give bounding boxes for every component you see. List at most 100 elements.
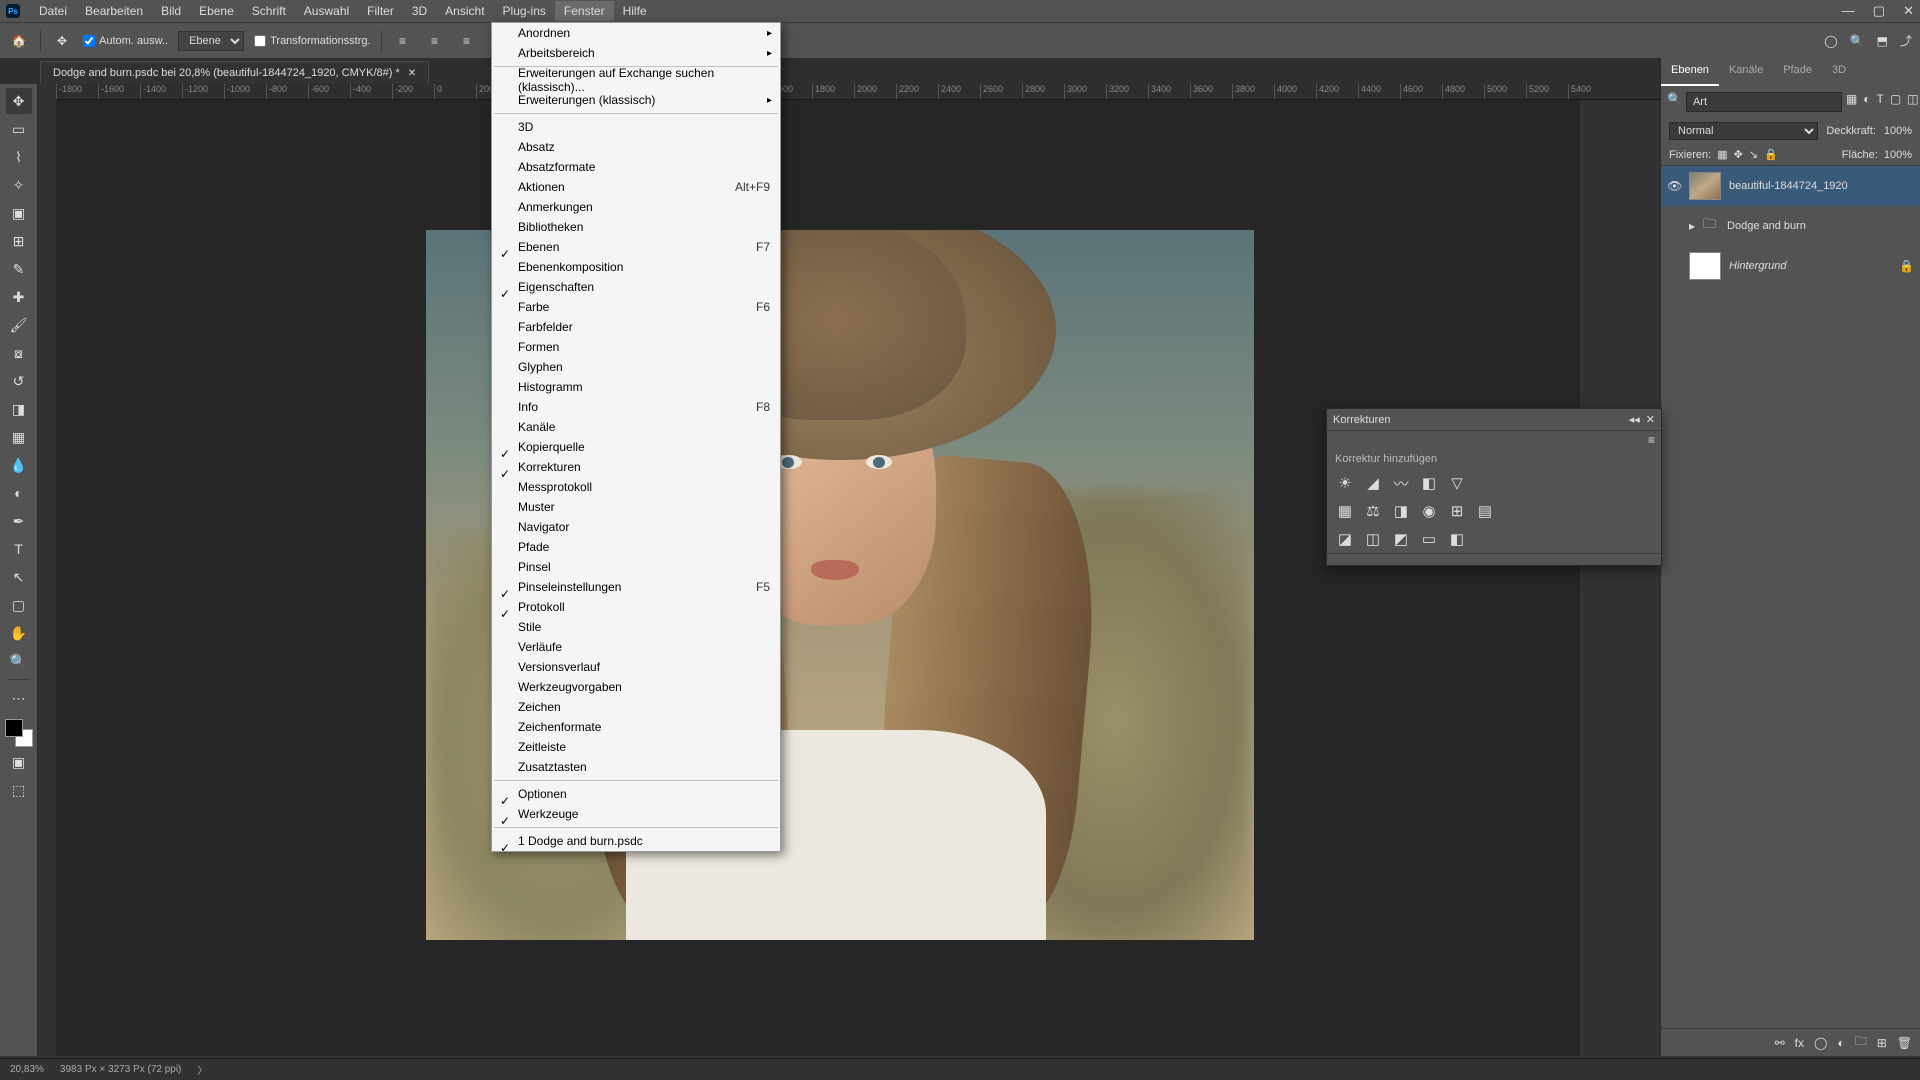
close-icon[interactable]: ✕: [1903, 3, 1914, 19]
eraser-tool[interactable]: ◨: [6, 396, 32, 422]
menu-item-absatz[interactable]: Absatz: [492, 137, 780, 157]
align-icon[interactable]: ≡: [392, 30, 414, 52]
menu-item-verl-ufe[interactable]: Verläufe: [492, 637, 780, 657]
brush-tool[interactable]: 🖌: [6, 312, 32, 338]
wand-tool[interactable]: ✧: [6, 172, 32, 198]
auto-select-checkbox[interactable]: Autom. ausw..: [83, 35, 168, 47]
menu-item-zeichen[interactable]: Zeichen: [492, 697, 780, 717]
lock-nested-icon[interactable]: ↘: [1749, 148, 1758, 161]
history-brush-tool[interactable]: ↺: [6, 368, 32, 394]
menu-item-versionsverlauf[interactable]: Versionsverlauf: [492, 657, 780, 677]
menu-ansicht[interactable]: Ansicht: [436, 1, 493, 21]
menu-item-aktionen[interactable]: AktionenAlt+F9: [492, 177, 780, 197]
search-icon[interactable]: 🔍: [1850, 34, 1865, 48]
link-icon[interactable]: ⚯: [1775, 1036, 1785, 1050]
menu-item-info[interactable]: InfoF8: [492, 397, 780, 417]
screenmode-tool[interactable]: ⬚: [6, 777, 32, 803]
menu-item-farbe[interactable]: FarbeF6: [492, 297, 780, 317]
menu-item-anordnen[interactable]: Anordnen: [492, 23, 780, 43]
quickmask-tool[interactable]: ▣: [6, 749, 32, 775]
delete-icon[interactable]: 🗑: [1897, 1036, 1912, 1050]
menu-item-3d[interactable]: 3D: [492, 117, 780, 137]
lock-icon[interactable]: 🔒: [1899, 259, 1914, 273]
pen-tool[interactable]: ✒: [6, 508, 32, 534]
menu-item-messprotokoll[interactable]: Messprotokoll: [492, 477, 780, 497]
tab-pfade[interactable]: Pfade: [1773, 58, 1822, 86]
layer-row[interactable]: ▸🗀Dodge and burn: [1661, 206, 1920, 246]
adjustment-icon[interactable]: ◐: [1837, 1036, 1844, 1050]
menu-fenster[interactable]: Fenster: [555, 1, 614, 21]
move-tool-icon[interactable]: ✥: [51, 30, 73, 52]
hue-icon[interactable]: ▦: [1335, 501, 1355, 521]
menu-ebene[interactable]: Ebene: [190, 1, 243, 21]
eyedropper-tool[interactable]: ✎: [6, 256, 32, 282]
brightness-icon[interactable]: ☀: [1335, 473, 1355, 493]
close-panel-icon[interactable]: ✕: [1646, 413, 1655, 426]
auto-select-target[interactable]: Ebene: [178, 31, 244, 51]
collapse-icon[interactable]: ◂◂: [1629, 413, 1640, 426]
tab-kanäle[interactable]: Kanäle: [1719, 58, 1773, 86]
menu-item-protokoll[interactable]: Protokoll: [492, 597, 780, 617]
fill-value[interactable]: 100%: [1884, 149, 1912, 161]
lock-position-icon[interactable]: ✥: [1734, 148, 1743, 161]
menu-item-absatzformate[interactable]: Absatzformate: [492, 157, 780, 177]
menu-item-zusatztasten[interactable]: Zusatztasten: [492, 757, 780, 777]
dodge-tool[interactable]: ◐: [6, 480, 32, 506]
panel-menu-icon[interactable]: ≡: [1648, 433, 1655, 447]
menu-item-ebenen[interactable]: EbenenF7: [492, 237, 780, 257]
menu-plug-ins[interactable]: Plug-ins: [494, 1, 555, 21]
cloud-icon[interactable]: ◯: [1824, 34, 1837, 48]
menu-3d[interactable]: 3D: [403, 1, 436, 21]
tab-3d[interactable]: 3D: [1822, 58, 1856, 86]
expand-icon[interactable]: ▸: [1689, 219, 1695, 233]
vibrance-icon[interactable]: ▽: [1447, 473, 1467, 493]
layer-row[interactable]: 👁beautiful-1844724_1920: [1661, 166, 1920, 206]
lock-pixels-icon[interactable]: ▦: [1717, 148, 1727, 161]
blend-mode-select[interactable]: Normal: [1669, 122, 1818, 140]
canvas[interactable]: [56, 100, 1580, 1056]
menu-item-pfade[interactable]: Pfade: [492, 537, 780, 557]
new-layer-icon[interactable]: ⊞: [1877, 1036, 1887, 1050]
bw-icon[interactable]: ◨: [1391, 501, 1411, 521]
marquee-tool[interactable]: ▭: [6, 116, 32, 142]
exposure-icon[interactable]: ◧: [1419, 473, 1439, 493]
selectivecolor-icon[interactable]: ◧: [1447, 529, 1467, 549]
workspace-icon[interactable]: ⬒: [1877, 34, 1888, 48]
menu-item-farbfelder[interactable]: Farbfelder: [492, 317, 780, 337]
colorlookup-icon[interactable]: ▤: [1475, 501, 1495, 521]
status-arrow-icon[interactable]: 〉: [197, 1062, 207, 1077]
zoom-level[interactable]: 20,83%: [10, 1064, 44, 1075]
menu-item-navigator[interactable]: Navigator: [492, 517, 780, 537]
menu-datei[interactable]: Datei: [30, 1, 76, 21]
menu-schrift[interactable]: Schrift: [243, 1, 295, 21]
menu-item-zeichenformate[interactable]: Zeichenformate: [492, 717, 780, 737]
menu-item-pinsel[interactable]: Pinsel: [492, 557, 780, 577]
photofilter-icon[interactable]: ◉: [1419, 501, 1439, 521]
menu-item-arbeitsbereich[interactable]: Arbeitsbereich: [492, 43, 780, 63]
curves-icon[interactable]: 〰: [1391, 473, 1411, 493]
share-icon[interactable]: ⤴: [1900, 32, 1912, 49]
menu-item-werkzeugvorgaben[interactable]: Werkzeugvorgaben: [492, 677, 780, 697]
invert-icon[interactable]: ◪: [1335, 529, 1355, 549]
menu-item-zeitleiste[interactable]: Zeitleiste: [492, 737, 780, 757]
menu-item-pinseleinstellungen[interactable]: PinseleinstellungenF5: [492, 577, 780, 597]
frame-tool[interactable]: ⊞: [6, 228, 32, 254]
menu-item-werkzeuge[interactable]: Werkzeuge: [492, 804, 780, 824]
tab-close-icon[interactable]: ✕: [408, 68, 416, 79]
layer-thumbnail[interactable]: [1689, 172, 1721, 200]
fx-icon[interactable]: fx: [1795, 1036, 1804, 1050]
menu-bearbeiten[interactable]: Bearbeiten: [76, 1, 152, 21]
opacity-value[interactable]: 100%: [1884, 125, 1912, 137]
menu-item-stile[interactable]: Stile: [492, 617, 780, 637]
filter-adjust-icon[interactable]: ◐: [1863, 92, 1870, 112]
align-icon-2[interactable]: ≡: [424, 30, 446, 52]
healing-tool[interactable]: ✚: [6, 284, 32, 310]
align-icon-3[interactable]: ≡: [456, 30, 478, 52]
move-tool[interactable]: ✥: [6, 88, 32, 114]
filter-type-icon[interactable]: T: [1877, 92, 1884, 112]
mask-icon[interactable]: ◯: [1814, 1036, 1827, 1050]
menu-item-eigenschaften[interactable]: Eigenschaften: [492, 277, 780, 297]
menu-hilfe[interactable]: Hilfe: [614, 1, 656, 21]
tab-ebenen[interactable]: Ebenen: [1661, 58, 1719, 86]
filter-shape-icon[interactable]: ▢: [1890, 92, 1901, 112]
